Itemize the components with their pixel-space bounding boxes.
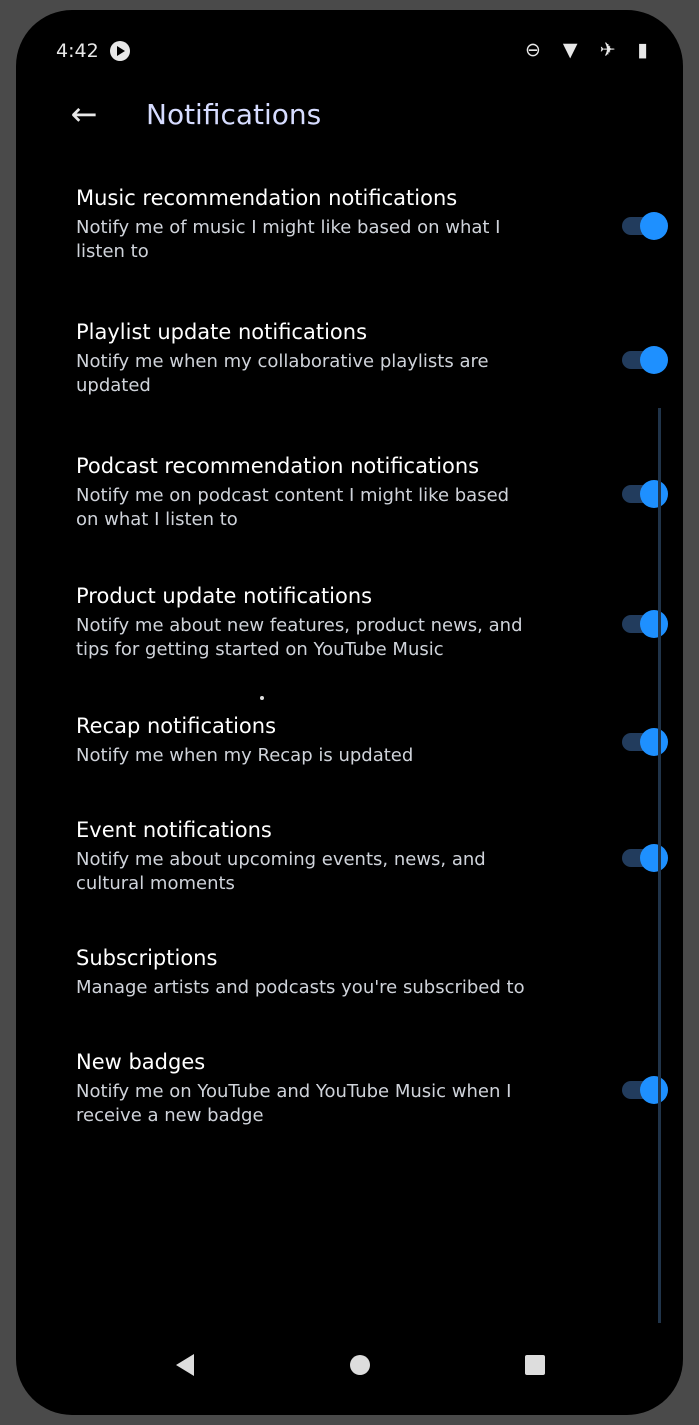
back-arrow-icon[interactable]: ← [62, 94, 106, 138]
setting-subtitle: Manage artists and podcasts you're subsc… [76, 977, 525, 998]
phone-frame: 4:42 ⊖ ▼ ✈ ▮ ← Notifications Music recom… [0, 0, 699, 1425]
switch-thumb [640, 1076, 668, 1104]
setting-title: Podcast recommendation notifications [76, 454, 480, 478]
switch-thumb [640, 480, 668, 508]
setting-new-badges[interactable]: New badges Notify me on YouTube and YouT… [76, 1050, 668, 1126]
status-icons: ⊖ ▼ ✈ ▮ [524, 39, 656, 61]
setting-subtitle: Notify me on podcast content I might lik… [76, 485, 510, 530]
setting-title: Subscriptions [76, 946, 218, 970]
setting-music-recommendation[interactable]: Music recommendation notifications Notif… [76, 186, 668, 262]
screen: 4:42 ⊖ ▼ ✈ ▮ ← Notifications Music recom… [16, 10, 683, 1415]
setting-subtitle: Notify me when my collaborative playlist… [76, 351, 489, 396]
setting-title: New badges [76, 1050, 206, 1074]
setting-subtitle: Notify me about upcoming events, news, a… [76, 849, 486, 894]
app-bar: ← Notifications [62, 94, 662, 138]
setting-recap[interactable]: Recap notifications Notify me when my Re… [76, 714, 668, 770]
setting-subscriptions[interactable]: Subscriptions Manage artists and podcast… [76, 946, 666, 1002]
setting-event[interactable]: Event notifications Notify me about upco… [76, 818, 668, 894]
recent-square-icon[interactable] [510, 1340, 560, 1390]
switch-thumb [640, 346, 668, 374]
setting-title: Playlist update notifications [76, 320, 368, 344]
setting-title: Event notifications [76, 818, 272, 842]
page-title: Notifications [146, 98, 322, 131]
toggle-switch[interactable] [618, 346, 668, 374]
switch-thumb [640, 728, 668, 756]
toggle-switch[interactable] [618, 212, 668, 240]
setting-title: Music recommendation notifications [76, 186, 458, 210]
setting-subtitle: Notify me when my Recap is updated [76, 745, 414, 766]
setting-product-update[interactable]: Product update notifications Notify me a… [76, 584, 668, 660]
switch-thumb [640, 212, 668, 240]
switch-thumb [640, 610, 668, 638]
setting-subtitle: Notify me of music I might like based on… [76, 217, 501, 262]
setting-title: Recap notifications [76, 714, 277, 738]
switch-thumb [640, 844, 668, 872]
setting-podcast-recommendation[interactable]: Podcast recommendation notifications Not… [76, 454, 668, 530]
setting-subtitle: Notify me about new features, product ne… [76, 615, 523, 660]
setting-subtitle: Notify me on YouTube and YouTube Music w… [76, 1081, 512, 1126]
scrollbar[interactable] [658, 408, 661, 1323]
system-nav-bar [16, 1340, 683, 1400]
setting-title: Product update notifications [76, 584, 373, 608]
back-triangle-icon[interactable] [162, 1340, 212, 1390]
home-circle-icon[interactable] [336, 1340, 386, 1390]
status-bar: 4:42 ⊖ ▼ ✈ ▮ [56, 39, 656, 70]
setting-playlist-update[interactable]: Playlist update notifications Notify me … [76, 320, 668, 396]
artifact-dot [260, 696, 264, 700]
youtube-music-status-icon [110, 41, 130, 61]
status-time: 4:42 [56, 40, 99, 62]
